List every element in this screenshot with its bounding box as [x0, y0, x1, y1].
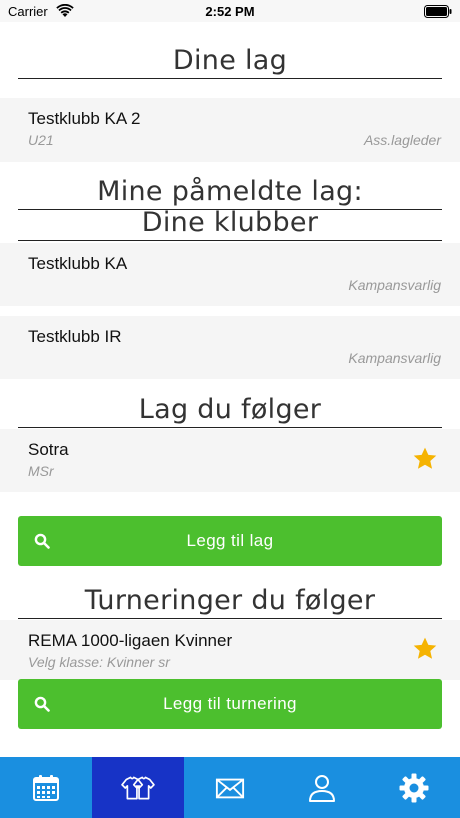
tab-teams[interactable]	[92, 757, 184, 818]
club-name: Testklubb IR	[28, 327, 122, 346]
add-tournament-button[interactable]: Legg til turnering	[18, 679, 442, 729]
tab-settings[interactable]	[368, 757, 460, 818]
calendar-icon	[33, 774, 59, 801]
status-bar: Carrier 2:52 PM	[0, 0, 460, 22]
followed-tournament-card[interactable]: REMA 1000-ligaen Kvinner Velg klasse: Kv…	[0, 620, 460, 680]
tab-profile[interactable]	[276, 757, 368, 818]
gear-icon	[399, 773, 429, 802]
mail-icon	[215, 778, 245, 798]
tournament-name: REMA 1000-ligaen Kvinner	[28, 631, 233, 650]
team-class: U21	[28, 132, 54, 148]
battery-icon	[424, 5, 452, 18]
followed-team-name: Sotra	[28, 440, 69, 459]
team-role: Ass.lagleder	[363, 132, 441, 148]
tab-bar	[0, 757, 460, 818]
divider	[18, 618, 442, 619]
club-name: Testklubb KA	[28, 254, 128, 273]
tab-messages[interactable]	[184, 757, 276, 818]
star-icon[interactable]	[412, 636, 438, 662]
add-team-label: Legg til lag	[186, 531, 274, 550]
star-icon[interactable]	[412, 446, 438, 472]
followed-team-class: MSr	[28, 463, 54, 479]
section-title-followed-tournaments: Turneringer du følger	[84, 585, 376, 616]
divider	[18, 78, 442, 79]
section-title-my-clubs: Dine klubber	[141, 207, 319, 238]
user-icon	[309, 774, 335, 802]
section-title-my-teams: Dine lag	[172, 45, 288, 76]
divider	[18, 240, 442, 241]
section-title-registered-teams: Mine påmeldte lag:	[97, 176, 363, 207]
team-name: Testklubb KA 2	[28, 109, 141, 128]
divider	[18, 427, 442, 428]
followed-team-card[interactable]: Sotra MSr	[0, 429, 460, 492]
clock: 2:52 PM	[205, 4, 255, 19]
club-role: Kampansvarlig	[348, 277, 441, 293]
team-card[interactable]: Testklubb KA 2 U21 Ass.lagleder	[0, 98, 460, 162]
add-tournament-label: Legg til turnering	[163, 694, 297, 713]
section-title-followed-teams: Lag du følger	[138, 394, 322, 425]
tournament-class: Velg klasse: Kvinner sr	[28, 654, 170, 670]
tab-calendar[interactable]	[0, 757, 92, 818]
club-role: Kampansvarlig	[348, 350, 441, 366]
jerseys-icon	[121, 776, 155, 799]
add-team-button[interactable]: Legg til lag	[18, 516, 442, 566]
club-card[interactable]: Testklubb IR Kampansvarlig	[0, 316, 460, 379]
club-card[interactable]: Testklubb KA Kampansvarlig	[0, 243, 460, 306]
